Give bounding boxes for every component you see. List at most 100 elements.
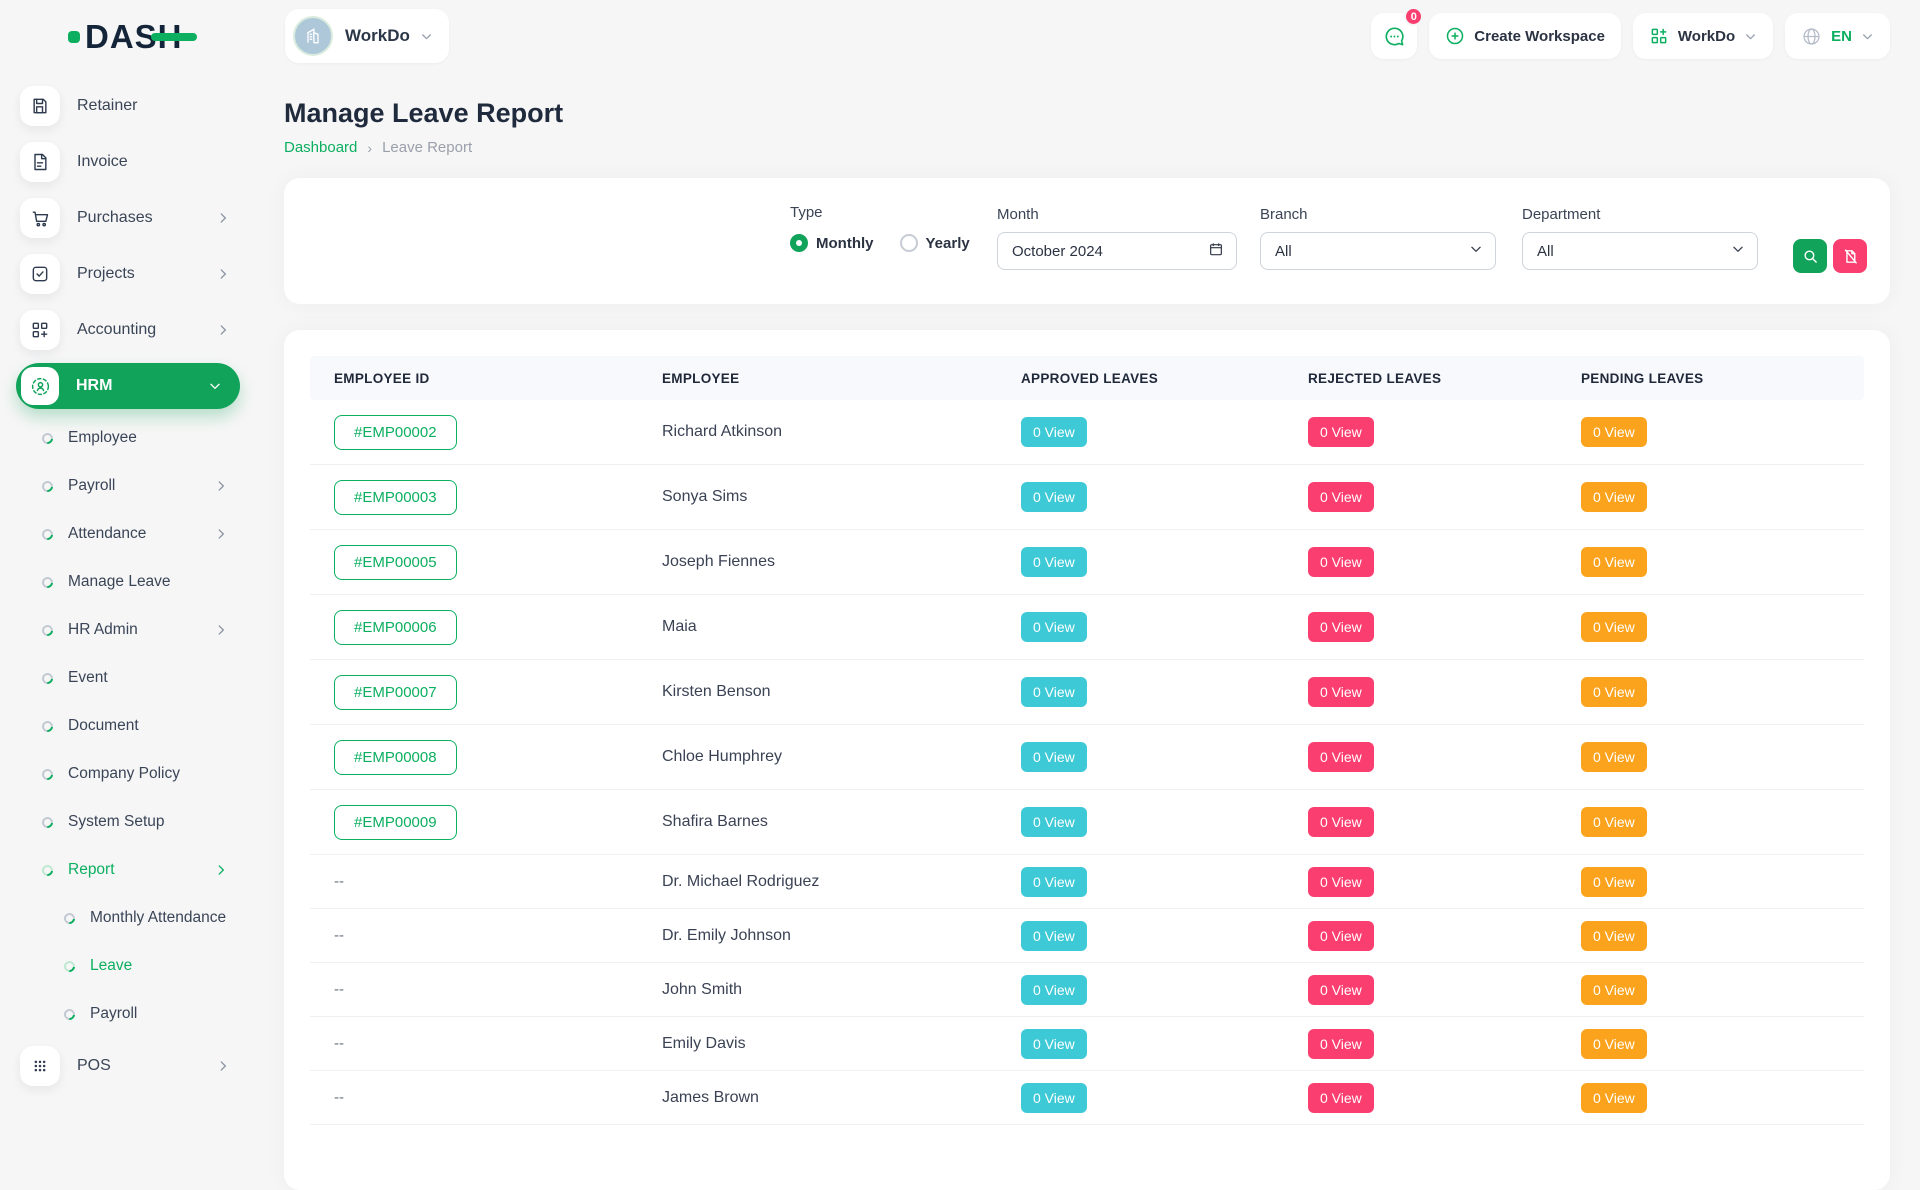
- sidebar-item-monthly-attendance[interactable]: Monthly Attendance: [0, 894, 260, 942]
- sidebar-item-hr-admin[interactable]: HR Admin: [0, 606, 260, 654]
- clear-filter-button[interactable]: [1833, 239, 1867, 273]
- approved-badge[interactable]: 0 View: [1021, 807, 1087, 837]
- approved-badge[interactable]: 0 View: [1021, 547, 1087, 577]
- approved-badge[interactable]: 0 View: [1021, 742, 1087, 772]
- pending-badge[interactable]: 0 View: [1581, 417, 1647, 447]
- rejected-badge[interactable]: 0 View: [1308, 1083, 1374, 1113]
- rejected-badge[interactable]: 0 View: [1308, 867, 1374, 897]
- sidebar-item-pos[interactable]: POS: [0, 1038, 260, 1094]
- save-icon: [20, 86, 60, 126]
- month-input[interactable]: October 2024: [997, 232, 1237, 270]
- pending-badge[interactable]: 0 View: [1581, 1029, 1647, 1059]
- sidebar-item-report[interactable]: Report: [0, 846, 260, 894]
- bullet-icon: [40, 622, 55, 637]
- tasks-icon: [20, 254, 60, 294]
- bullet-icon: [40, 430, 55, 445]
- rejected-badge[interactable]: 0 View: [1308, 677, 1374, 707]
- sidebar-item-hrm[interactable]: HRM: [0, 358, 260, 414]
- brand-name: DASH: [85, 20, 183, 53]
- chevron-down-icon: [1731, 242, 1745, 260]
- chevron-down-icon: [208, 379, 222, 393]
- approved-badge[interactable]: 0 View: [1021, 867, 1087, 897]
- bullet-icon: [40, 718, 55, 733]
- topbar: WorkDo 0 Create Workspace WorkDo EN: [260, 0, 1920, 72]
- radio-monthly[interactable]: Monthly: [790, 234, 874, 252]
- rejected-badge[interactable]: 0 View: [1308, 921, 1374, 951]
- pending-badge[interactable]: 0 View: [1581, 677, 1647, 707]
- create-workspace-button[interactable]: Create Workspace: [1429, 13, 1621, 59]
- rejected-badge[interactable]: 0 View: [1308, 975, 1374, 1005]
- rejected-badge[interactable]: 0 View: [1308, 742, 1374, 772]
- col-employee-id: EMPLOYEE ID: [334, 371, 662, 386]
- sidebar-item-retainer[interactable]: Retainer: [0, 78, 260, 134]
- sidebar-item-attendance[interactable]: Attendance: [0, 510, 260, 558]
- pending-badge[interactable]: 0 View: [1581, 807, 1647, 837]
- employee-id-pill[interactable]: #EMP00007: [334, 675, 457, 710]
- col-approved-leaves: APPROVED LEAVES: [1021, 371, 1308, 386]
- rejected-badge[interactable]: 0 View: [1308, 547, 1374, 577]
- radio-yearly[interactable]: Yearly: [900, 234, 970, 252]
- sidebar-item-leave[interactable]: Leave: [0, 942, 260, 990]
- sidebar-item-system-setup[interactable]: System Setup: [0, 798, 260, 846]
- grid-icon: [1649, 26, 1669, 46]
- chevron-right-icon: [214, 863, 228, 877]
- approved-badge[interactable]: 0 View: [1021, 417, 1087, 447]
- rejected-badge[interactable]: 0 View: [1308, 1029, 1374, 1059]
- pending-badge[interactable]: 0 View: [1581, 867, 1647, 897]
- approved-badge[interactable]: 0 View: [1021, 1083, 1087, 1113]
- language-selector[interactable]: EN: [1785, 13, 1890, 59]
- approved-badge[interactable]: 0 View: [1021, 975, 1087, 1005]
- approved-badge[interactable]: 0 View: [1021, 1029, 1087, 1059]
- cart-icon: [20, 198, 60, 238]
- sidebar-item-payroll-report[interactable]: Payroll: [0, 990, 260, 1038]
- breadcrumb-dashboard-link[interactable]: Dashboard: [284, 139, 357, 156]
- pending-badge[interactable]: 0 View: [1581, 1083, 1647, 1113]
- employee-id-pill[interactable]: #EMP00003: [334, 480, 457, 515]
- employee-id-pill[interactable]: #EMP00009: [334, 805, 457, 840]
- employee-id-pill[interactable]: #EMP00006: [334, 610, 457, 645]
- employee-name: Dr. Michael Rodriguez: [662, 873, 1021, 891]
- sidebar-item-payroll[interactable]: Payroll: [0, 462, 260, 510]
- radio-unselected-icon: [900, 234, 918, 252]
- breadcrumb-current: Leave Report: [382, 139, 472, 156]
- workspace-selector[interactable]: WorkDo: [285, 9, 449, 63]
- branch-select[interactable]: All: [1260, 232, 1496, 270]
- sidebar-item-company-policy[interactable]: Company Policy: [0, 750, 260, 798]
- employee-id-pill[interactable]: #EMP00002: [334, 415, 457, 450]
- workdo-menu-button[interactable]: WorkDo: [1633, 13, 1773, 59]
- sidebar-item-projects[interactable]: Projects: [0, 246, 260, 302]
- pending-badge[interactable]: 0 View: [1581, 612, 1647, 642]
- employee-name: Maia: [662, 618, 1021, 636]
- employee-id-pill[interactable]: #EMP00008: [334, 740, 457, 775]
- sidebar-item-event[interactable]: Event: [0, 654, 260, 702]
- sidebar-item-purchases[interactable]: Purchases: [0, 190, 260, 246]
- bullet-icon: [40, 526, 55, 541]
- pending-badge[interactable]: 0 View: [1581, 547, 1647, 577]
- sidebar-item-document[interactable]: Document: [0, 702, 260, 750]
- rejected-badge[interactable]: 0 View: [1308, 612, 1374, 642]
- brand-logo[interactable]: DASH: [68, 20, 183, 53]
- table-row: #EMP00007 Kirsten Benson 0 View 0 View 0…: [310, 660, 1864, 725]
- pending-badge[interactable]: 0 View: [1581, 921, 1647, 951]
- employee-name: Chloe Humphrey: [662, 748, 1021, 766]
- sidebar-item-manage-leave[interactable]: Manage Leave: [0, 558, 260, 606]
- approved-badge[interactable]: 0 View: [1021, 482, 1087, 512]
- pending-badge[interactable]: 0 View: [1581, 482, 1647, 512]
- pending-badge[interactable]: 0 View: [1581, 975, 1647, 1005]
- employee-id-pill[interactable]: #EMP00005: [334, 545, 457, 580]
- search-button[interactable]: [1793, 239, 1827, 273]
- approved-badge[interactable]: 0 View: [1021, 677, 1087, 707]
- rejected-badge[interactable]: 0 View: [1308, 417, 1374, 447]
- table-row: -- James Brown 0 View 0 View 0 View: [310, 1071, 1864, 1125]
- rejected-badge[interactable]: 0 View: [1308, 807, 1374, 837]
- messages-button[interactable]: 0: [1371, 13, 1417, 59]
- approved-badge[interactable]: 0 View: [1021, 921, 1087, 951]
- sidebar-item-employee[interactable]: Employee: [0, 414, 260, 462]
- approved-badge[interactable]: 0 View: [1021, 612, 1087, 642]
- sidebar-item-invoice[interactable]: Invoice: [0, 134, 260, 190]
- table-row: #EMP00006 Maia 0 View 0 View 0 View: [310, 595, 1864, 660]
- rejected-badge[interactable]: 0 View: [1308, 482, 1374, 512]
- department-select[interactable]: All: [1522, 232, 1758, 270]
- sidebar-item-accounting[interactable]: Accounting: [0, 302, 260, 358]
- pending-badge[interactable]: 0 View: [1581, 742, 1647, 772]
